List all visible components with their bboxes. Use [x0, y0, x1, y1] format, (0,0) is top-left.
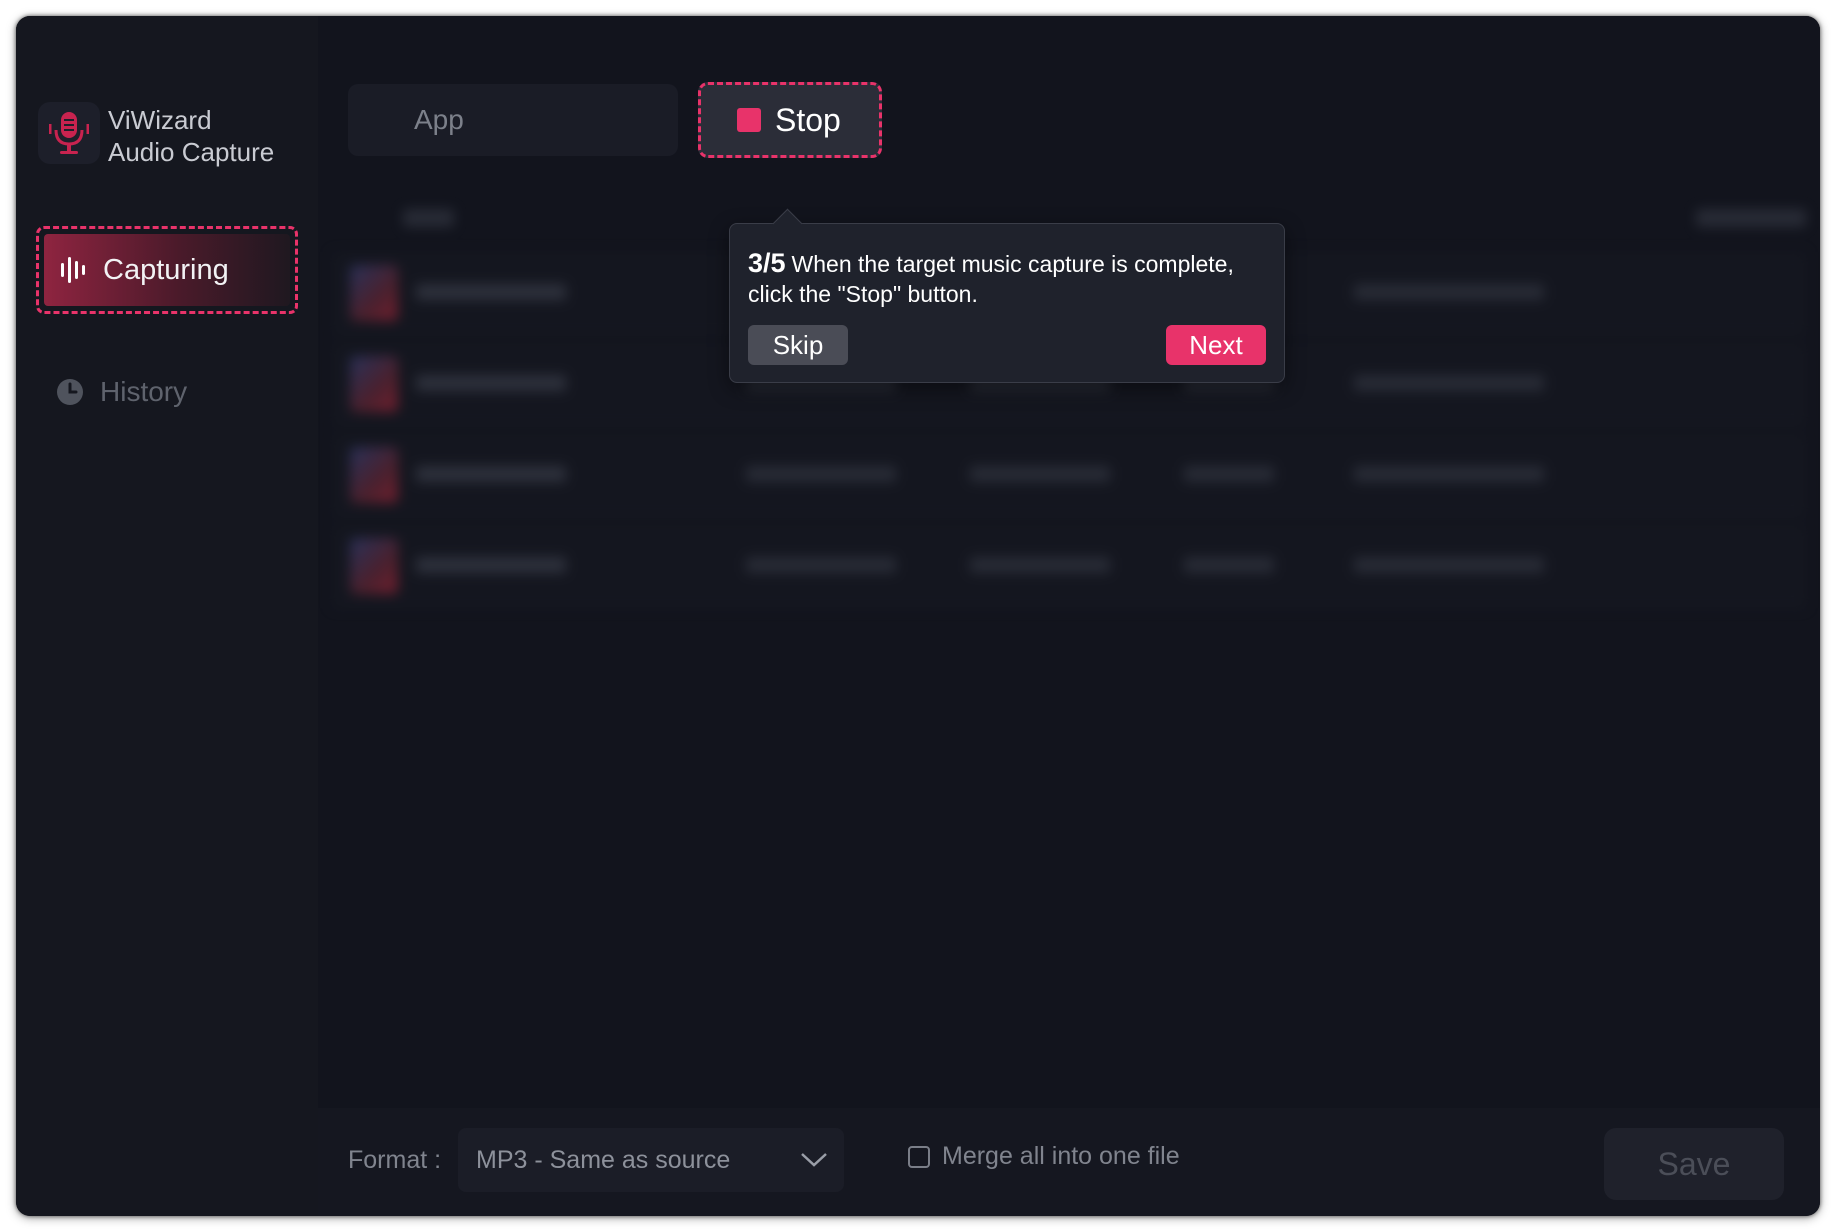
app-selector[interactable]: App [348, 84, 678, 156]
app-name-line1: ViWizard [108, 105, 212, 135]
merge-label: Merge all into one file [942, 1142, 1180, 1170]
table-row [332, 434, 1806, 517]
main-area: App Stop [318, 16, 1820, 1108]
sidebar: ViWizard Audio Capture Capturing History [16, 16, 318, 1216]
checkbox-box [908, 1145, 930, 1168]
sidebar-item-label: History [100, 376, 188, 407]
tooltip-message: When the target music capture is complet… [748, 251, 1234, 307]
bottom-bar: Format : MP3 - Same as source Merge all … [318, 1108, 1820, 1216]
tooltip-step: 3/5 [748, 248, 786, 278]
chevron-down-icon [801, 1153, 827, 1167]
app-window: ViWizard Audio Capture Capturing History… [16, 16, 1820, 1216]
stop-icon [737, 108, 761, 132]
onboarding-tooltip: 3/5 When the target music capture is comp… [729, 208, 1285, 383]
track-thumbnail [350, 447, 398, 503]
app-logo [38, 102, 100, 164]
format-label: Format : [348, 1146, 442, 1174]
microphone-icon [49, 112, 89, 154]
column-header-placeholder [403, 209, 455, 227]
track-thumbnail [350, 538, 398, 594]
tooltip-text: 3/5 When the target music capture is comp… [748, 248, 1274, 309]
save-button[interactable]: Save [1604, 1128, 1784, 1200]
sidebar-item-label: Capturing [103, 253, 229, 286]
stop-button[interactable]: Stop [698, 82, 882, 158]
audio-bars-icon [61, 257, 85, 283]
sidebar-item-capturing[interactable]: Capturing [36, 226, 298, 314]
merge-checkbox[interactable]: Merge all into one file [908, 1142, 1180, 1171]
clock-icon [57, 379, 83, 405]
column-header-placeholder [1695, 209, 1806, 227]
track-thumbnail [350, 265, 398, 321]
track-thumbnail [350, 356, 398, 412]
skip-button[interactable]: Skip [748, 325, 848, 365]
next-button[interactable]: Next [1166, 325, 1266, 365]
format-select[interactable]: MP3 - Same as source [458, 1128, 844, 1192]
table-row [332, 525, 1806, 608]
app-name: ViWizard Audio Capture [108, 104, 274, 168]
app-name-line2: Audio Capture [108, 137, 275, 167]
sidebar-item-history[interactable]: History [56, 370, 187, 414]
stop-button-label: Stop [775, 101, 841, 138]
format-value: MP3 - Same as source [476, 1146, 731, 1174]
